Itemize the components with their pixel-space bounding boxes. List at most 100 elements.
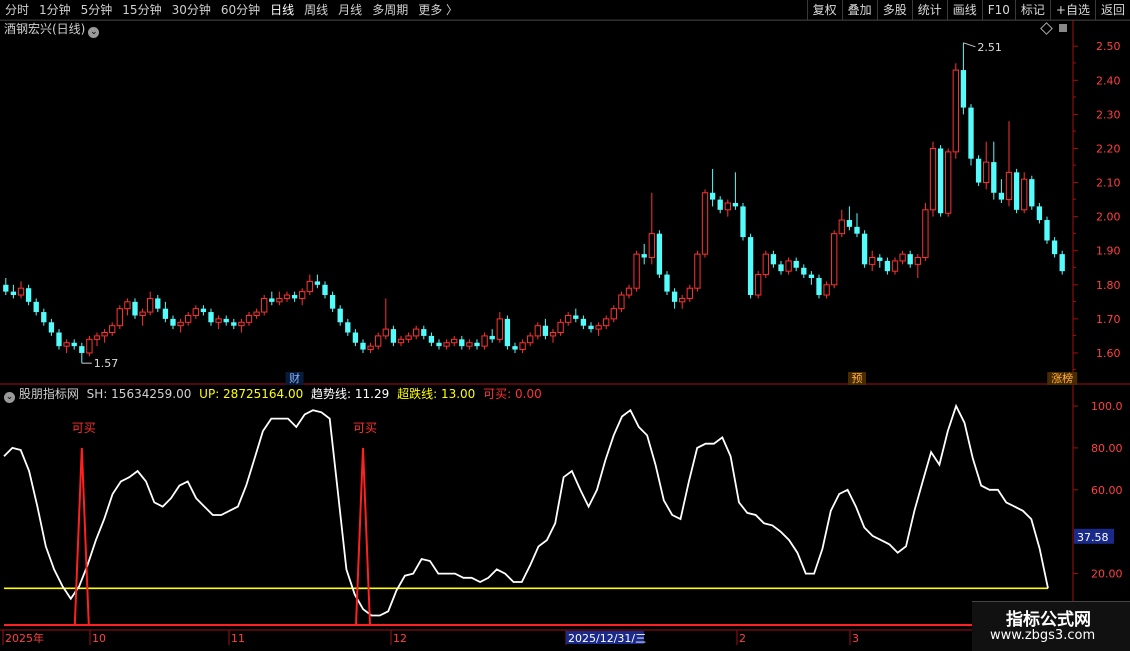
candle-body-69 xyxy=(527,335,534,344)
candle-body-101 xyxy=(770,254,777,265)
candle-body-47 xyxy=(360,342,366,350)
candle-body-57 xyxy=(436,342,442,347)
candle-body-97 xyxy=(740,206,746,238)
candle-body-89 xyxy=(679,297,686,303)
candle-body-93 xyxy=(709,192,716,200)
ind-axis-label-1: 80.00 xyxy=(1091,442,1123,455)
ind-axis-label-0: 100.0 xyxy=(1091,400,1123,413)
candle-body-15 xyxy=(116,308,123,327)
candle-body-95 xyxy=(724,202,731,211)
candle-body-33 xyxy=(253,311,260,316)
high-label: 2.51 xyxy=(977,41,1002,54)
candle-body-78 xyxy=(595,325,602,330)
date-label-3: 12 xyxy=(393,632,407,645)
candle-body-34 xyxy=(261,297,268,313)
watermark-title: 指标公式网 xyxy=(1006,610,1091,630)
price-label-4: 2.10 xyxy=(1096,177,1121,190)
price-label-6: 1.90 xyxy=(1096,245,1121,258)
candle-body-109 xyxy=(831,233,838,286)
candle-body-52 xyxy=(397,338,405,344)
candle-body-108 xyxy=(823,284,830,296)
price-label-7: 1.80 xyxy=(1096,279,1121,292)
candle-body-70 xyxy=(534,325,541,337)
candle-body-112 xyxy=(854,226,860,234)
buy-label-1: 可买 xyxy=(353,421,377,435)
candle-body-134 xyxy=(1021,178,1028,211)
candle-body-92 xyxy=(701,192,709,255)
event-marker-2: 涨榜 xyxy=(1051,371,1073,385)
candle-body-43 xyxy=(329,295,336,309)
candle-body-24 xyxy=(185,314,192,323)
date-label-0: 2025年 xyxy=(5,631,44,645)
candle-body-21 xyxy=(162,308,169,319)
date-label-4: 2025/12/31/三 xyxy=(568,632,646,645)
candle-body-9 xyxy=(71,342,77,347)
candle-body-29 xyxy=(223,318,229,323)
candle-body-23 xyxy=(177,321,184,327)
candle-body-28 xyxy=(215,318,222,323)
price-label-8: 1.70 xyxy=(1096,313,1121,326)
candle-body-117 xyxy=(891,260,899,272)
candle-body-49 xyxy=(375,335,382,347)
buy-spike-0 xyxy=(73,447,90,626)
candle-body-96 xyxy=(732,203,739,207)
candle-body-135 xyxy=(1029,179,1035,207)
candle-body-4 xyxy=(33,301,39,313)
candle-body-8 xyxy=(63,342,70,347)
candle-body-25 xyxy=(192,308,199,316)
candle-body-114 xyxy=(869,257,876,265)
candle-body-100 xyxy=(762,253,769,276)
candle-body-113 xyxy=(861,233,868,265)
candle-body-105 xyxy=(801,267,807,275)
candle-body-35 xyxy=(269,298,275,302)
candle-body-77 xyxy=(588,325,594,330)
candle-body-27 xyxy=(208,312,214,323)
buy-spike-1 xyxy=(355,447,371,626)
candle-body-67 xyxy=(512,346,518,350)
candle-body-98 xyxy=(747,237,754,296)
candle-body-31 xyxy=(238,321,245,327)
price-label-2: 2.30 xyxy=(1096,108,1121,121)
candle-body-102 xyxy=(778,264,784,272)
price-label-5: 2.00 xyxy=(1096,211,1121,224)
candle-body-16 xyxy=(124,301,131,310)
candle-body-11 xyxy=(86,338,93,354)
candle-body-120 xyxy=(914,257,921,265)
candle-body-26 xyxy=(200,308,207,313)
candle-body-63 xyxy=(481,335,488,347)
candle-body-124 xyxy=(945,151,952,214)
candle-body-7 xyxy=(56,332,62,347)
event-marker-1: 预 xyxy=(852,372,863,385)
candle-body-123 xyxy=(937,148,944,214)
chart-canvas[interactable]: 2.50 2.40 2.30 2.20 2.10 2.00 1.90 1.80 1.70 1.60… xyxy=(0,0,1130,650)
candle-body-13 xyxy=(101,332,108,337)
candle-body-2 xyxy=(17,287,25,296)
candle-body-125 xyxy=(952,69,959,153)
candle-body-99 xyxy=(755,274,762,296)
candle-body-38 xyxy=(291,295,298,299)
candle-body-71 xyxy=(542,325,549,336)
candle-body-59 xyxy=(451,338,458,344)
candle-body-19 xyxy=(147,297,154,313)
candle-body-110 xyxy=(838,219,845,235)
candle-body-44 xyxy=(337,308,343,323)
candle-body-3 xyxy=(25,288,32,302)
candle-body-81 xyxy=(618,294,625,310)
candle-body-36 xyxy=(276,297,283,303)
candle-body-87 xyxy=(664,274,670,292)
date-label-2: 11 xyxy=(231,632,245,645)
candle-body-122 xyxy=(929,147,937,211)
date-label-5: 2 xyxy=(739,632,746,645)
price-label-0: 2.50 xyxy=(1096,40,1121,53)
candle-body-126 xyxy=(960,70,967,108)
watermark-url: www.zbgs3.com xyxy=(990,628,1096,643)
candle-body-1 xyxy=(10,291,17,296)
candle-body-39 xyxy=(299,291,306,299)
candle-body-54 xyxy=(413,328,420,337)
candle-body-115 xyxy=(877,257,883,261)
candle-body-65 xyxy=(496,318,503,340)
candle-body-139 xyxy=(1059,254,1065,272)
candle-body-66 xyxy=(504,318,511,347)
candle-body-48 xyxy=(367,345,374,351)
candle-body-20 xyxy=(155,298,161,309)
